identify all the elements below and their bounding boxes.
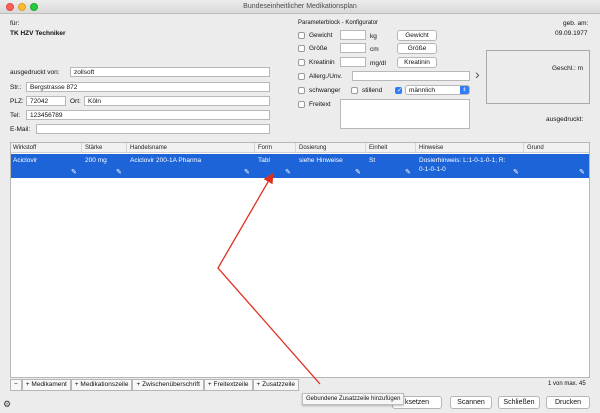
scannen-button[interactable]: Scannen bbox=[450, 396, 492, 409]
add-zusatzzeile-button[interactable]: + Zusatzzeile bbox=[252, 379, 300, 391]
tooltip: Gebundene Zusatzzeile hinzufügen bbox=[302, 393, 405, 405]
add-medikationszeile-button[interactable]: + Medikationszeile bbox=[70, 379, 133, 391]
add-zwischenueberschrift-button[interactable]: + Zwischenüberschrift bbox=[132, 379, 204, 391]
add-medikament-button[interactable]: + Medikament bbox=[21, 379, 71, 391]
table-toolbar: − + Medikament + Medikationszeile + Zwis… bbox=[10, 379, 300, 391]
annotation-arrow bbox=[217, 172, 321, 385]
schliessen-button[interactable]: Schließen bbox=[498, 396, 540, 409]
row-count: 1 von max. 45 bbox=[548, 381, 586, 387]
add-freitextzeile-button[interactable]: + Freitextzeile bbox=[203, 379, 253, 391]
drucken-button[interactable]: Drucken bbox=[546, 396, 590, 409]
gear-icon[interactable]: ⚙ bbox=[3, 399, 11, 410]
remove-row-button[interactable]: − bbox=[10, 379, 22, 391]
